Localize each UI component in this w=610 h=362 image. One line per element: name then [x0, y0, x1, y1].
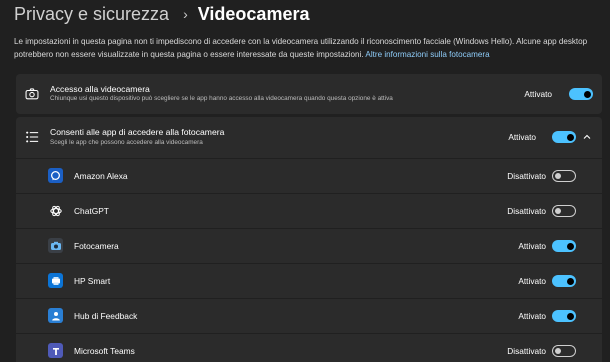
app-toggle[interactable]: [552, 240, 576, 252]
app-row-hp-smart[interactable]: HP Smart Attivato: [16, 264, 602, 298]
page-description: Le impostazioni in questa pagina non ti …: [14, 35, 604, 61]
app-name: HP Smart: [74, 276, 111, 286]
app-toggle[interactable]: [552, 345, 576, 357]
page-title: Videocamera: [197, 3, 310, 24]
app-access-title: Consenti alle app di accedere alla fotoc…: [50, 127, 225, 137]
app-state: Disattivato: [507, 171, 546, 181]
camera-app-icon: [48, 238, 63, 253]
camera-access-setting[interactable]: Accesso alla videocamera Chiunque usi qu…: [16, 74, 602, 114]
app-access-toggle[interactable]: [552, 131, 576, 143]
app-state: Attivato: [518, 276, 546, 286]
feedback-hub-icon: [48, 308, 63, 323]
app-name: ChatGPT: [74, 206, 109, 216]
app-toggle[interactable]: [552, 275, 576, 287]
list-icon: [26, 131, 39, 143]
app-row-fotocamera[interactable]: Fotocamera Attivato: [16, 229, 602, 263]
app-toggle[interactable]: [552, 205, 576, 217]
chevron-up-icon[interactable]: [582, 132, 592, 142]
app-name: Hub di Feedback: [74, 311, 138, 321]
description-text: Le impostazioni in questa pagina non ti …: [14, 37, 588, 59]
app-toggle[interactable]: [552, 310, 576, 322]
chatgpt-icon: [48, 203, 63, 218]
app-name: Amazon Alexa: [74, 171, 128, 181]
app-state: Attivato: [518, 241, 546, 251]
breadcrumb-chevron-icon: ›: [183, 6, 188, 22]
alexa-icon: [48, 168, 63, 183]
app-row-amazon-alexa[interactable]: Amazon Alexa Disattivato: [16, 159, 602, 193]
camera-icon: [25, 88, 39, 100]
app-toggle[interactable]: [552, 170, 576, 182]
app-name: Microsoft Teams: [74, 346, 135, 356]
app-row-chatgpt[interactable]: ChatGPT Disattivato: [16, 194, 602, 228]
camera-access-title: Accesso alla videocamera: [50, 84, 150, 94]
app-row-microsoft-teams[interactable]: Microsoft Teams Disattivato: [16, 334, 602, 362]
app-state: Disattivato: [507, 346, 546, 356]
breadcrumb-privacy-link[interactable]: Privacy e sicurezza: [14, 4, 169, 25]
camera-access-state: Attivato: [524, 89, 552, 99]
app-row-hub-di-feedback[interactable]: Hub di Feedback Attivato: [16, 299, 602, 333]
learn-more-link[interactable]: Altre informazioni sulla fotocamera: [365, 50, 489, 59]
app-access-state: Attivato: [508, 132, 536, 142]
app-list: Amazon Alexa Disattivato ChatGPT Disatti…: [16, 159, 602, 362]
breadcrumb: Privacy e sicurezza › Videocamera: [14, 1, 309, 27]
app-state: Disattivato: [507, 206, 546, 216]
camera-access-subtitle: Chiunque usi questo dispositivo può sceg…: [50, 95, 393, 102]
teams-icon: [48, 343, 63, 358]
hp-smart-icon: [48, 273, 63, 288]
app-name: Fotocamera: [74, 241, 119, 251]
app-access-setting[interactable]: Consenti alle app di accedere alla fotoc…: [16, 117, 602, 158]
app-access-subtitle: Scegli le app che possono accedere alla …: [50, 139, 203, 146]
app-state: Attivato: [518, 311, 546, 321]
camera-access-toggle[interactable]: [569, 88, 593, 100]
